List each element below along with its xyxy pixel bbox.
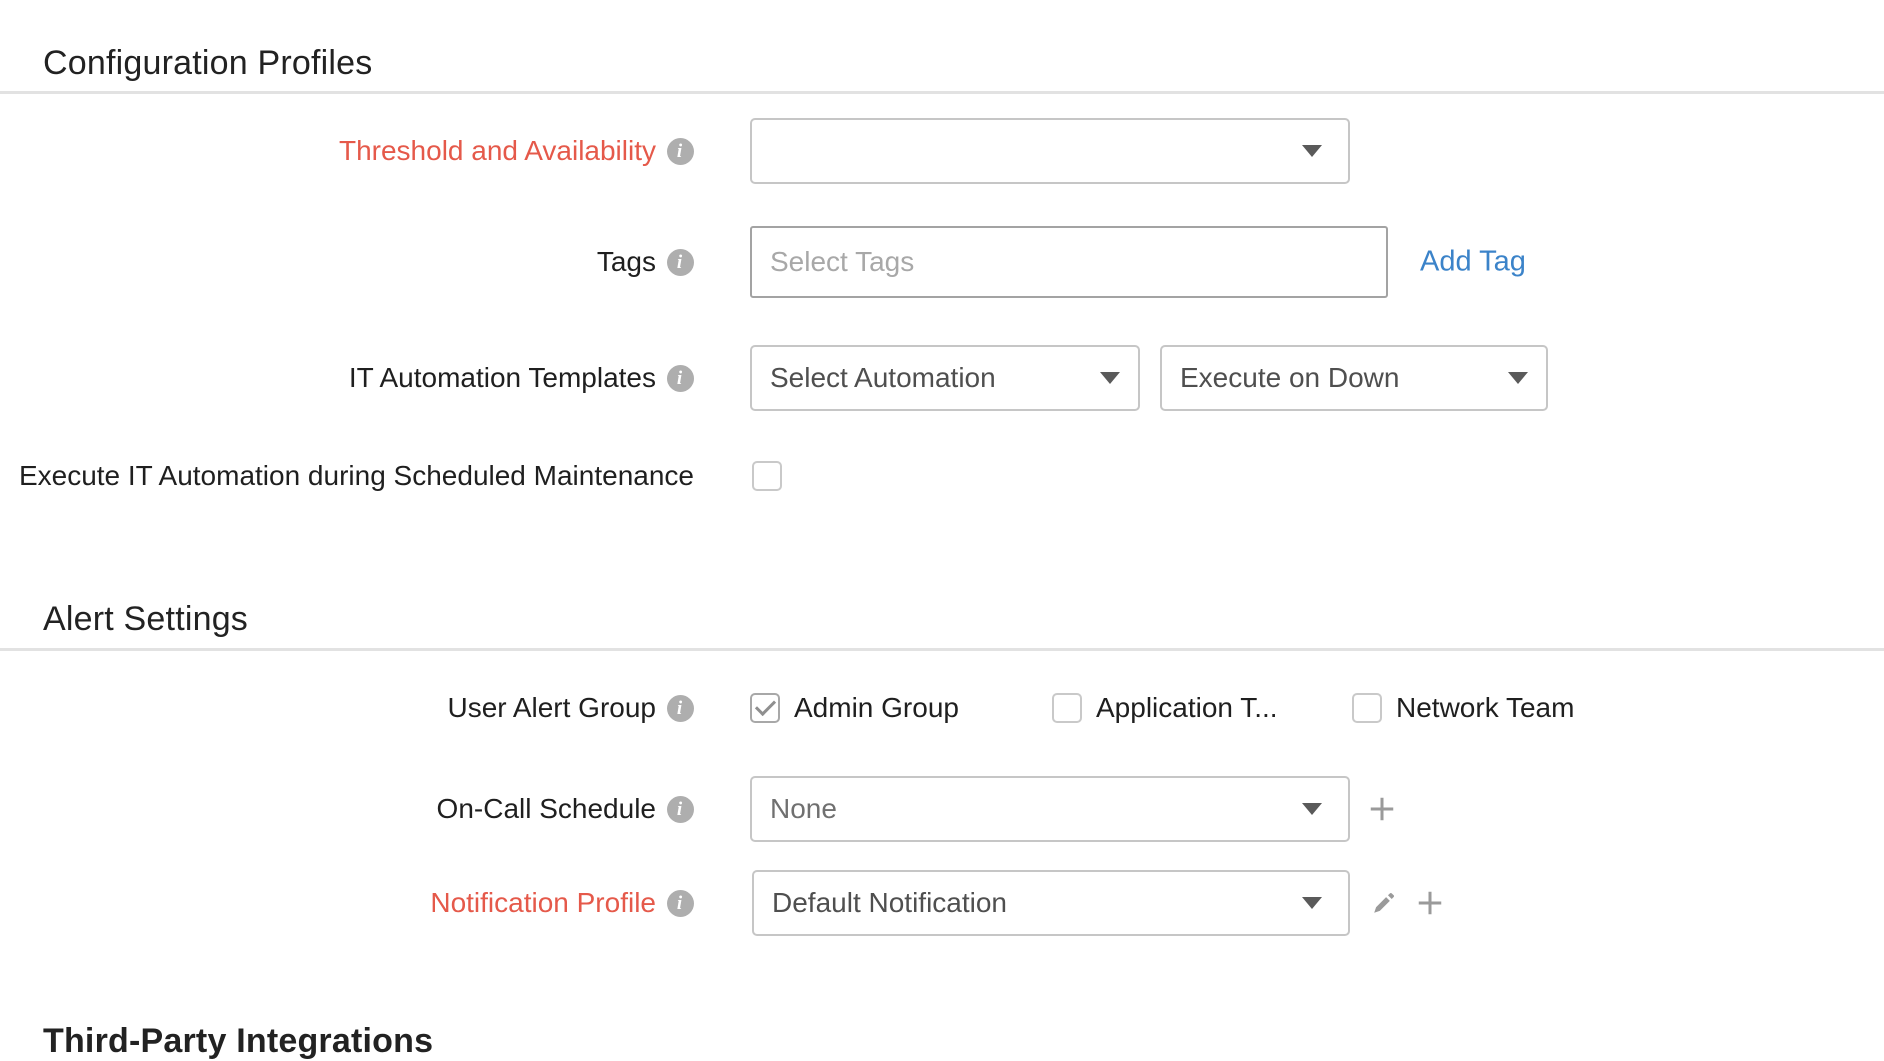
execute-maintenance-checkbox[interactable]: [752, 461, 782, 491]
threshold-label: Threshold and Availability: [339, 135, 656, 167]
row-threshold-and-availability: Threshold and Availability i: [0, 118, 1884, 184]
pencil-icon: [1370, 889, 1398, 917]
alert-group-option-admin: Admin Group: [750, 692, 959, 724]
chevron-down-icon: [1100, 372, 1120, 384]
chevron-down-icon: [1302, 145, 1322, 157]
info-icon[interactable]: i: [667, 138, 694, 165]
add-notification-profile-button[interactable]: [1414, 887, 1446, 919]
section-title-alert-settings: Alert Settings: [43, 600, 248, 639]
add-on-call-schedule-button[interactable]: [1366, 793, 1398, 825]
chevron-down-icon: [1302, 803, 1322, 815]
chevron-down-icon: [1508, 372, 1528, 384]
on-call-schedule-label: On-Call Schedule: [437, 793, 656, 825]
info-icon[interactable]: i: [667, 695, 694, 722]
section-divider: [0, 91, 1884, 94]
section-divider: [0, 648, 1884, 651]
execute-maintenance-label: Execute IT Automation during Scheduled M…: [19, 460, 694, 492]
edit-notification-profile-button[interactable]: [1368, 887, 1400, 919]
chevron-down-icon: [1302, 897, 1322, 909]
threshold-profile-select[interactable]: [750, 118, 1350, 184]
it-automation-label: IT Automation Templates: [349, 362, 656, 394]
user-alert-group-label: User Alert Group: [447, 692, 656, 724]
admin-group-checkbox-label: Admin Group: [794, 692, 959, 724]
it-automation-label-group: IT Automation Templates i: [0, 345, 694, 411]
application-team-checkbox-label: Application T...: [1096, 692, 1278, 724]
execute-maintenance-label-group: Execute IT Automation during Scheduled M…: [0, 460, 694, 492]
plus-icon: [1367, 794, 1397, 824]
notification-profile-select[interactable]: Default Notification: [752, 870, 1350, 936]
on-call-schedule-select[interactable]: None: [750, 776, 1350, 842]
info-icon[interactable]: i: [667, 796, 694, 823]
automation-template-select[interactable]: Select Automation: [750, 345, 1140, 411]
row-it-automation-templates: IT Automation Templates i Select Automat…: [0, 345, 1884, 411]
automation-action-value: Execute on Down: [1180, 362, 1399, 394]
row-execute-maintenance: Execute IT Automation during Scheduled M…: [0, 460, 1884, 492]
row-notification-profile: Notification Profile i Default Notificat…: [0, 870, 1884, 936]
info-icon[interactable]: i: [667, 249, 694, 276]
section-title-configuration-profiles: Configuration Profiles: [43, 44, 372, 83]
row-user-alert-group: User Alert Group i Admin Group Applicati…: [0, 692, 1884, 724]
tags-label: Tags: [597, 246, 656, 278]
tags-label-group: Tags i: [0, 226, 694, 298]
admin-group-checkbox[interactable]: [750, 693, 780, 723]
notification-profile-value: Default Notification: [772, 887, 1007, 919]
add-tag-link[interactable]: Add Tag: [1420, 246, 1526, 279]
user-alert-group-label-group: User Alert Group i: [0, 692, 694, 724]
application-team-checkbox[interactable]: [1052, 693, 1082, 723]
info-icon[interactable]: i: [667, 890, 694, 917]
alert-group-option-network: Network Team: [1352, 692, 1574, 724]
alert-group-option-application: Application T...: [1052, 692, 1278, 724]
on-call-label-group: On-Call Schedule i: [0, 776, 694, 842]
network-team-checkbox[interactable]: [1352, 693, 1382, 723]
section-title-third-party-integrations: Third-Party Integrations: [43, 1022, 433, 1061]
notification-profile-label-group: Notification Profile i: [0, 870, 694, 936]
network-team-checkbox-label: Network Team: [1396, 692, 1574, 724]
automation-template-value: Select Automation: [770, 362, 996, 394]
notification-profile-label: Notification Profile: [430, 887, 656, 919]
info-icon[interactable]: i: [667, 365, 694, 392]
plus-icon: [1415, 888, 1445, 918]
configuration-form: Configuration Profiles Threshold and Ava…: [0, 0, 1884, 1052]
row-tags: Tags i Add Tag: [0, 226, 1884, 298]
checkmark-icon: [755, 695, 776, 716]
row-on-call-schedule: On-Call Schedule i None: [0, 776, 1884, 842]
automation-action-select[interactable]: Execute on Down: [1160, 345, 1548, 411]
threshold-label-group: Threshold and Availability i: [0, 118, 694, 184]
tags-input[interactable]: [750, 226, 1388, 298]
on-call-schedule-value: None: [770, 793, 837, 825]
